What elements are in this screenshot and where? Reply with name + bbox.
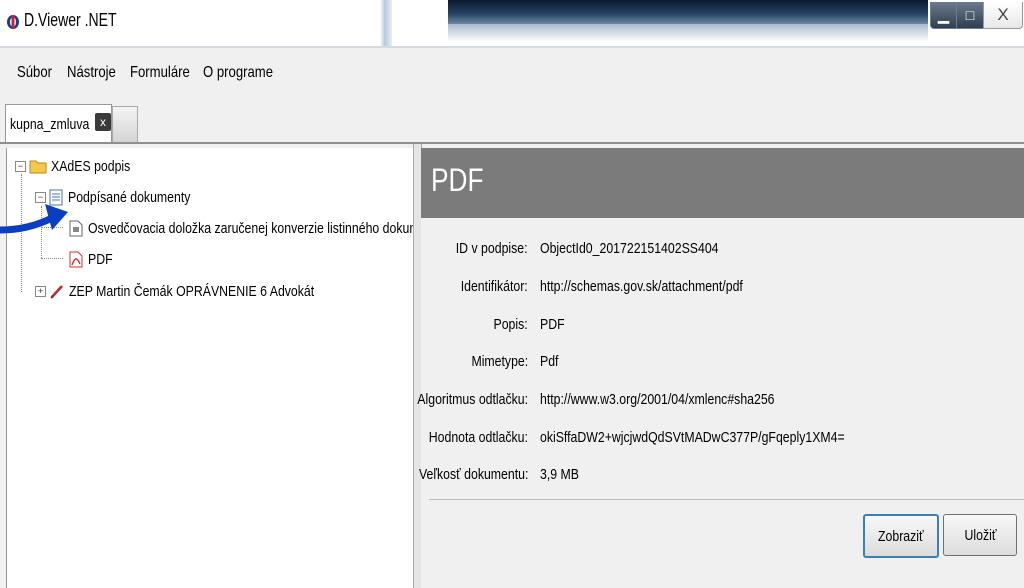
tree-node-xades[interactable]: − XAdES podpis <box>15 155 148 177</box>
maximize-icon: □ <box>965 7 975 23</box>
tree-label-root: XAdES podpis <box>51 157 131 175</box>
menu-o-programe[interactable]: O programe <box>203 64 273 82</box>
menu-nastroje[interactable]: Nástroje <box>67 64 116 82</box>
tree-node-signer[interactable]: + ZEP Martin Čemák OPRÁVNENIE 6 Advokát <box>35 280 368 302</box>
prop-value-id: ObjectId0_201722151402SS404 <box>540 240 719 257</box>
prop-value-identifier: http://schemas.gov.sk/attachment/pdf <box>540 278 743 295</box>
blue-arrow-icon <box>0 204 68 234</box>
collapse-icon[interactable]: − <box>15 160 26 172</box>
tree-label-signed-docs: Podpísané dokumenty <box>68 188 191 206</box>
prop-value-document-size: 3,9 MB <box>540 466 579 483</box>
prop-value-hash-value: okiSffaDW2+wjcjwdQdSVtMADwC377P/gFqeply1… <box>540 429 845 446</box>
show-button[interactable]: Zobraziť <box>863 514 939 558</box>
tab-kupna-zmluva[interactable]: kupna_zmluva x <box>5 104 112 143</box>
menu-bar: Súbor Nástroje Formuláre O programe <box>0 50 1024 100</box>
pdf-file-icon <box>69 251 83 267</box>
tab-close-icon[interactable]: x <box>95 113 111 131</box>
minimize-button[interactable]: ▁ <box>930 2 957 29</box>
menu-subor[interactable]: Súbor <box>17 64 52 82</box>
new-tab-button[interactable] <box>112 106 138 143</box>
prop-value-mimetype: Pdf <box>540 353 559 370</box>
window-title: D.Viewer .NET <box>24 10 117 30</box>
menu-formulare[interactable]: Formuláre <box>130 64 190 82</box>
prop-label-mimetype: Mimetype: <box>471 353 528 370</box>
signature-pen-icon <box>50 285 63 299</box>
tab-label: kupna_zmluva <box>10 116 90 133</box>
prop-value-hash-algorithm: http://www.w3.org/2001/04/xmlenc#sha256 <box>540 391 775 408</box>
save-button[interactable]: Uložiť <box>943 514 1017 556</box>
prop-label-hash-algorithm: Algoritmus odtlačku: <box>417 391 528 408</box>
detail-title: PDF <box>431 162 484 198</box>
folder-icon <box>29 160 47 174</box>
tree-label-signer: ZEP Martin Čemák OPRÁVNENIE 6 Advokát <box>69 282 315 300</box>
prop-label-hash-value: Hodnota odtlačku: <box>428 429 528 446</box>
close-button[interactable]: X <box>983 2 1023 29</box>
tree-label-doc2: PDF <box>88 250 113 268</box>
prop-label-description: Popis: <box>493 316 528 333</box>
app-logo-icon <box>7 15 19 29</box>
close-icon: X <box>997 5 1009 24</box>
minimize-icon: ▁ <box>938 6 949 23</box>
maximize-button[interactable]: □ <box>956 2 984 29</box>
tree-label-doc1: Osvedčovacia doložka zaručenej konverzie… <box>88 219 414 237</box>
prop-label-id: ID v podpise: <box>456 240 528 257</box>
prop-value-description: PDF <box>540 316 565 333</box>
prop-label-identifier: Identifikátor: <box>460 278 528 295</box>
title-bar: D.Viewer .NET ▁ □ X <box>0 0 1024 46</box>
expand-icon[interactable]: + <box>35 285 46 297</box>
prop-label-document-size: Veľkosť dokumentu: <box>418 466 528 483</box>
tree-node-pdf[interactable]: PDF <box>69 248 118 270</box>
detail-header: PDF <box>421 148 1024 218</box>
tree-node-document-certificate[interactable]: Osvedčovacia doložka zaručenej konverzie… <box>69 217 414 239</box>
detail-panel: PDF ID v podpise: ObjectId0_201722151402… <box>417 148 1024 588</box>
